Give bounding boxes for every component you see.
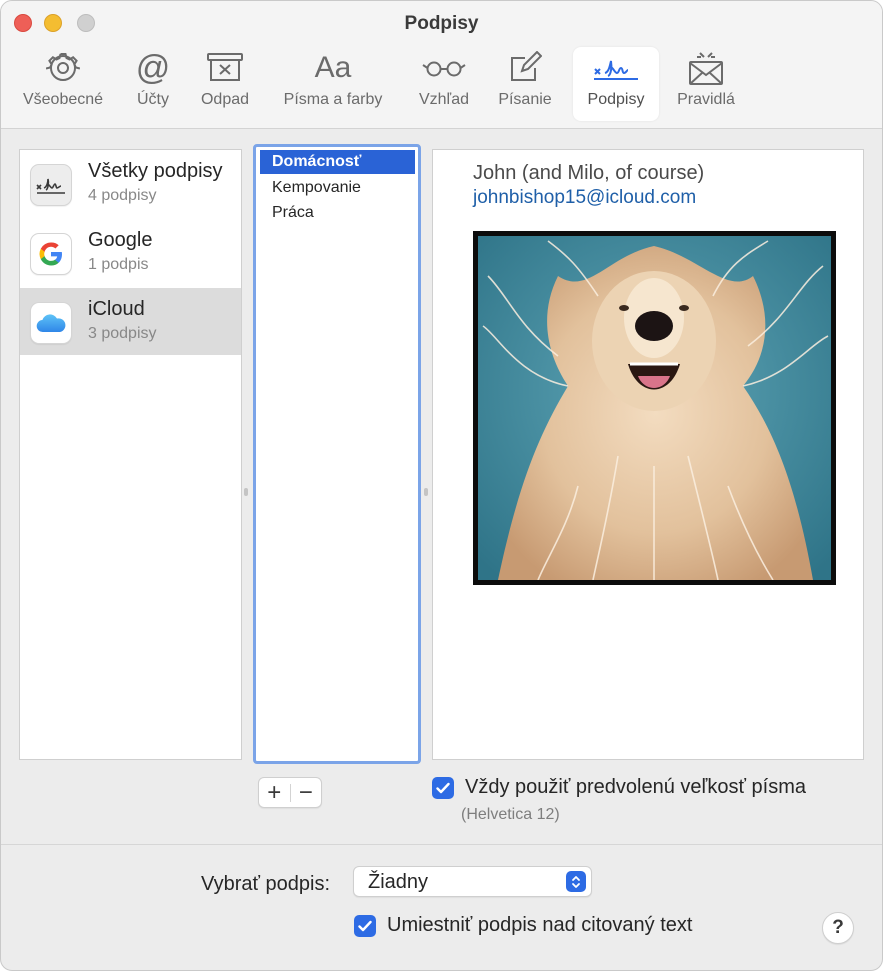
account-name: Google xyxy=(88,229,153,251)
toolbar-label: Odpad xyxy=(200,91,250,108)
choose-signature-select[interactable]: Žiadny xyxy=(353,866,592,897)
mail-preferences-window: Podpisy Všeobecné @ Účty Odpad Aa Písma … xyxy=(0,0,883,971)
window-title: Podpisy xyxy=(404,13,479,34)
font-hint: (Helvetica 12) xyxy=(461,806,560,823)
signature-email[interactable]: johnbishop15@icloud.com xyxy=(473,187,696,209)
chevron-updown-icon xyxy=(566,871,586,892)
signatures-list[interactable]: Domácnosť Kempovanie Práca xyxy=(253,144,421,764)
toolbar-viewing[interactable]: Vzhľad xyxy=(409,47,479,121)
remove-signature-button[interactable]: − xyxy=(291,778,322,807)
divider xyxy=(1,844,882,845)
default-font-label: Vždy použiť predvolenú veľkosť písma xyxy=(465,776,807,798)
compose-icon xyxy=(508,47,542,89)
signature-icon xyxy=(591,47,641,89)
place-above-label: Umiestniť podpis nad citovaný text xyxy=(387,914,693,936)
add-signature-button[interactable]: + xyxy=(259,778,290,807)
account-item-icloud[interactable]: iCloud 3 podpisy xyxy=(20,288,241,355)
glasses-icon xyxy=(421,47,467,89)
signature-photo xyxy=(473,231,836,585)
toolbar-rules[interactable]: Pravidlá xyxy=(669,47,743,121)
account-count: 4 podpisy xyxy=(88,187,157,204)
google-icon xyxy=(30,233,72,275)
toolbar-label: Účty xyxy=(137,91,169,108)
signature-item[interactable]: Kempovanie xyxy=(260,176,415,200)
toolbar-accounts[interactable]: @ Účty xyxy=(126,47,180,121)
signature-item[interactable]: Domácnosť xyxy=(260,150,415,174)
checkmark-icon xyxy=(358,920,372,932)
place-above-checkbox[interactable] xyxy=(354,915,376,937)
split-handle[interactable] xyxy=(244,488,248,496)
toolbar-label: Všeobecné xyxy=(22,91,104,108)
account-item-google[interactable]: Google 1 podpis xyxy=(20,219,241,286)
junk-tray-icon xyxy=(206,47,244,89)
account-count: 1 podpis xyxy=(88,256,149,273)
accounts-list[interactable]: Všetky podpisy 4 podpisy Google 1 podpis xyxy=(19,149,242,760)
icloud-icon xyxy=(30,302,72,344)
toolbar-label: Pravidlá xyxy=(677,91,735,108)
checkmark-icon xyxy=(436,782,450,794)
dog-photo-image xyxy=(478,236,831,580)
titlebar: Podpisy Všeobecné @ Účty Odpad Aa Písma … xyxy=(1,1,882,129)
rules-envelope-icon xyxy=(686,47,726,89)
gear-icon xyxy=(46,47,80,89)
toolbar-label: Písma a farby xyxy=(283,91,383,108)
toolbar-composing[interactable]: Písanie xyxy=(489,47,561,121)
at-sign-icon: @ xyxy=(135,49,171,87)
signature-preview[interactable]: John (and Milo, of course) johnbishop15@… xyxy=(432,149,864,760)
fonts-icon: Aa xyxy=(314,51,352,84)
account-item-all-signatures[interactable]: Všetky podpisy 4 podpisy xyxy=(20,150,241,217)
add-remove-control: + − xyxy=(258,777,322,808)
toolbar-general[interactable]: Všeobecné xyxy=(16,47,110,121)
account-name: iCloud xyxy=(88,298,145,320)
signature-item[interactable]: Práca xyxy=(260,201,415,225)
account-count: 3 podpisy xyxy=(88,325,157,342)
default-font-checkbox[interactable] xyxy=(432,777,454,799)
help-button[interactable]: ? xyxy=(822,912,854,944)
toolbar-fonts-colors[interactable]: Aa Písma a farby xyxy=(271,47,395,121)
toolbar-signatures[interactable]: Podpisy xyxy=(573,47,659,121)
toolbar-junk[interactable]: Odpad xyxy=(193,47,257,121)
signature-name-line: John (and Milo, of course) xyxy=(473,162,705,184)
account-name: Všetky podpisy xyxy=(88,160,223,182)
choose-signature-label: Vybrať podpis: xyxy=(201,873,331,895)
signature-icon xyxy=(30,164,72,206)
toolbar-label: Vzhľad xyxy=(418,91,470,108)
toolbar-label: Podpisy xyxy=(587,91,645,108)
select-value: Žiadny xyxy=(368,871,429,893)
toolbar-label: Písanie xyxy=(498,91,552,108)
split-handle[interactable] xyxy=(424,488,428,496)
